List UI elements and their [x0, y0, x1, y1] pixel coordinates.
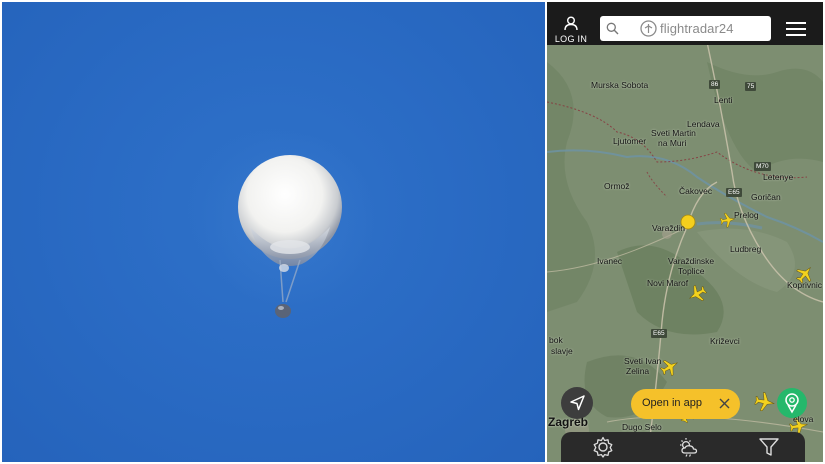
flightradar-logo-icon — [640, 20, 657, 37]
map-label: Novi Marof — [647, 278, 689, 288]
map-label: Letenye — [763, 172, 794, 182]
open-in-app-button[interactable]: Open in app — [631, 389, 740, 419]
map-label: Dugo Selo — [622, 422, 662, 432]
map-label: Sveti Ivan — [624, 356, 662, 366]
map-label: Ivanec — [597, 256, 623, 266]
settings-gear-icon[interactable] — [591, 436, 615, 458]
map-label: Varaždinske — [668, 256, 715, 266]
open-in-app-label: Open in app — [642, 397, 702, 409]
locate-button[interactable] — [561, 387, 593, 419]
filter-icon[interactable] — [757, 436, 781, 458]
radar-pin-icon — [785, 393, 799, 414]
road-shield: M70 — [754, 162, 771, 171]
map-label: Varaždin — [652, 223, 685, 233]
map-label: slavje — [551, 346, 573, 356]
road-shield: E65 — [726, 188, 742, 197]
login-label: LOG IN — [554, 34, 588, 44]
close-icon[interactable] — [718, 397, 731, 410]
road-shield: 86 — [709, 80, 721, 89]
road-shield: E65 — [651, 329, 667, 338]
search-box[interactable]: flightradar24 — [600, 16, 771, 41]
map-label: Goričan — [751, 192, 781, 202]
navigation-arrow-icon — [570, 395, 585, 411]
balloon-illustration — [200, 132, 380, 318]
map-label: Koprivnic — [787, 280, 822, 290]
map-label: Prelog — [734, 210, 759, 220]
map-label: Lenti — [714, 95, 733, 105]
map-label: Čakovec — [679, 186, 713, 196]
map-label: Križevci — [710, 336, 740, 346]
map-label: Ludbreg — [730, 244, 762, 254]
flightradar-screen: Murska Sobota Lenti Lendava Sveti Martin… — [547, 2, 823, 462]
road-shield: 75 — [745, 82, 757, 91]
weather-icon[interactable] — [677, 436, 701, 458]
search-icon — [606, 22, 619, 35]
map-label: na Muri — [658, 138, 687, 148]
logo-text: flightradar24 — [660, 21, 734, 36]
balloon-payload — [275, 304, 291, 318]
map-label: Sveti Martin — [651, 128, 696, 138]
menu-icon[interactable] — [786, 22, 806, 38]
map-label: Zelina — [626, 366, 650, 376]
map-label: Ormož — [604, 181, 630, 191]
bottom-toolbar — [561, 432, 805, 462]
map-label: bok — [549, 335, 563, 345]
balloon-photo — [2, 2, 545, 462]
playback-button[interactable] — [777, 388, 807, 418]
map-label: Murska Sobota — [591, 80, 649, 90]
user-icon — [564, 16, 578, 30]
map-label: Ljutomer — [613, 136, 647, 146]
map-label: Toplice — [678, 266, 705, 276]
app-header: LOG IN flightradar24 — [547, 2, 823, 45]
